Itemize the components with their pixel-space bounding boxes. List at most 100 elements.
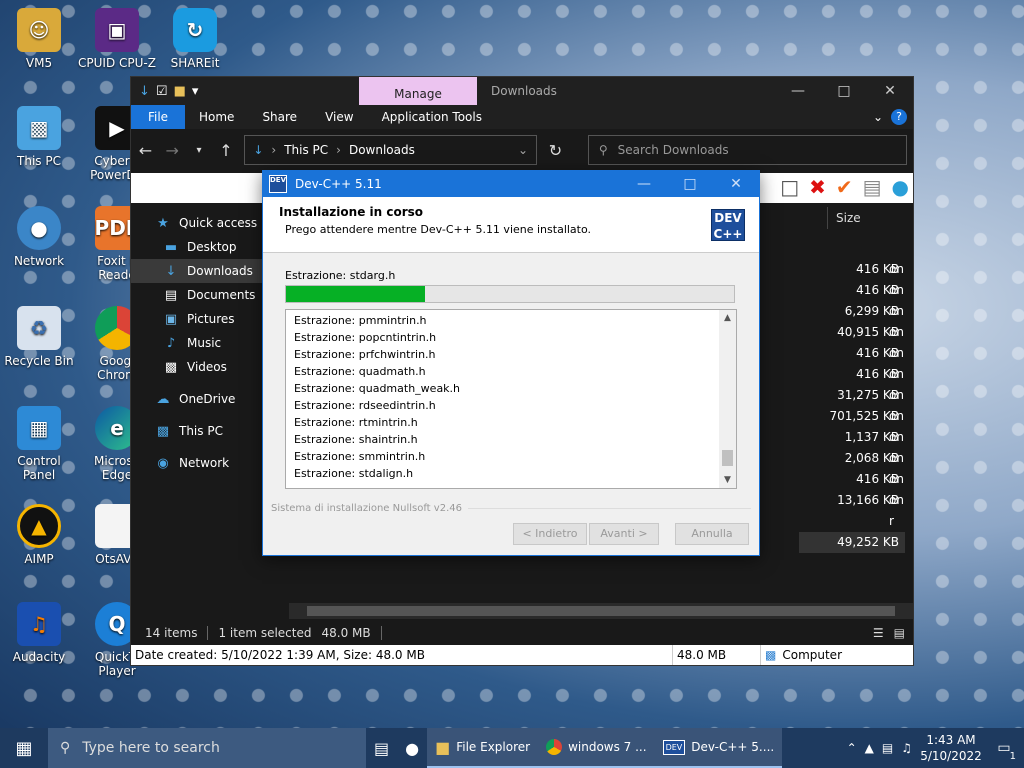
tab-view[interactable]: View: [311, 105, 367, 129]
chevron-up-icon[interactable]: ⌃: [847, 741, 857, 755]
list-item: Estrazione: pmmintrin.h: [294, 314, 427, 327]
address-bar[interactable]: ↓ › This PC › Downloads ⌄: [244, 135, 538, 165]
table-row[interactable]: 40,915 KB: [799, 322, 899, 343]
breadcrumb-this-pc[interactable]: This PC: [284, 143, 328, 157]
table-row[interactable]: 416 KB: [799, 280, 899, 301]
maximize-icon[interactable]: □: [821, 83, 867, 99]
chevron-down-icon[interactable]: ⌄: [518, 143, 528, 157]
table-row-selected[interactable]: 49,252 KB: [799, 532, 905, 553]
back-button[interactable]: < Indietro: [513, 523, 587, 545]
maximize-icon[interactable]: □: [667, 176, 713, 192]
properties-icon[interactable]: ☑: [156, 84, 168, 99]
desktop-icon-aimp[interactable]: ▲ AIMP: [0, 504, 78, 566]
desktop-icon-cpuz[interactable]: ▣ CPUID CPU-Z: [78, 8, 156, 70]
red-x-icon[interactable]: ✖: [809, 175, 826, 199]
minimize-icon[interactable]: —: [775, 83, 821, 99]
desktop-icon-network[interactable]: ● Network: [0, 206, 78, 268]
table-row[interactable]: 416 KB: [799, 343, 899, 364]
taskbar: ▦ ⚲ Type here to search ▤ ● ■ File Explo…: [0, 728, 1024, 768]
next-button[interactable]: Avanti >: [589, 523, 659, 545]
clock[interactable]: 1:43 AM 5/10/2022: [920, 732, 982, 764]
aimp-icon: ▲: [17, 504, 61, 548]
task-view-button[interactable]: ▤: [366, 728, 397, 768]
taskbar-search[interactable]: ⚲ Type here to search: [48, 728, 366, 768]
table-row[interactable]: 1,137 KB: [799, 427, 899, 448]
details-view-icon[interactable]: ☰: [873, 626, 884, 640]
log-vertical-scrollbar[interactable]: ▲ ▼: [719, 310, 736, 488]
volume-icon[interactable]: ♫: [901, 741, 912, 755]
help-icon[interactable]: ?: [891, 109, 907, 125]
dialog-window-controls: — □ ✕: [621, 176, 759, 192]
download-arrow-icon[interactable]: ↓: [139, 84, 150, 99]
back-arrow-icon[interactable]: ←: [137, 141, 154, 160]
taskbar-chrome[interactable]: windows 7 ...: [538, 728, 655, 768]
close-icon[interactable]: ✕: [713, 176, 759, 192]
window-icon[interactable]: ▤: [863, 175, 882, 199]
recent-chevron-icon[interactable]: ▾: [191, 145, 208, 156]
column-header-size[interactable]: Size: [827, 207, 905, 229]
tab-application-tools[interactable]: Application Tools: [368, 105, 496, 129]
checkmark-icon[interactable]: ✔: [836, 175, 853, 199]
breadcrumb-downloads[interactable]: Downloads: [349, 143, 415, 157]
table-row[interactable]: 31,275 KB: [799, 385, 899, 406]
ribbon-tabs: File Home Share View Application Tools ⌄…: [131, 105, 913, 129]
box-icon[interactable]: □: [780, 175, 799, 199]
tab-share[interactable]: Share: [248, 105, 311, 129]
desktop-icon-label: AIMP: [24, 552, 54, 566]
up-arrow-icon[interactable]: ↑: [217, 141, 234, 160]
scroll-down-icon[interactable]: ▼: [719, 472, 736, 488]
tab-home[interactable]: Home: [185, 105, 248, 129]
desktop-icon-label: Recycle Bin: [4, 354, 74, 368]
desktop-icon: ▬: [164, 239, 178, 255]
scrollbar-thumb[interactable]: [307, 606, 895, 616]
start-button[interactable]: ▦: [0, 728, 48, 768]
cancel-button[interactable]: Annulla: [675, 523, 749, 545]
tab-file[interactable]: File: [131, 105, 185, 129]
desktop-icon-audacity[interactable]: ♫ Audacity: [0, 602, 78, 664]
expand-ribbon-icon[interactable]: ⌄: [873, 110, 883, 124]
table-row[interactable]: 13,166 KB: [799, 490, 899, 511]
shell-icon[interactable]: ●: [892, 175, 909, 199]
forward-arrow-icon[interactable]: →: [164, 141, 181, 160]
install-progress-bar: [285, 285, 735, 303]
table-row[interactable]: [799, 511, 899, 532]
wifi-icon[interactable]: ▤: [882, 741, 893, 755]
table-row[interactable]: 416 KB: [799, 364, 899, 385]
table-row[interactable]: 701,525 KB: [799, 406, 899, 427]
scroll-up-icon[interactable]: ▲: [719, 310, 736, 326]
close-icon[interactable]: ✕: [867, 83, 913, 99]
large-icons-view-icon[interactable]: ▤: [894, 626, 905, 640]
minimize-icon[interactable]: —: [621, 176, 667, 192]
desktop-icon-control-panel[interactable]: ▦ Control Panel: [0, 406, 78, 482]
scrollbar-thumb[interactable]: [722, 450, 733, 466]
desktop-icon-vm5[interactable]: ☺ VM5: [0, 8, 78, 70]
table-row[interactable]: 416 KB: [799, 469, 899, 490]
taskbar-devcpp[interactable]: DEV Dev-C++ 5....: [654, 728, 783, 768]
horizontal-scrollbar[interactable]: [289, 603, 913, 619]
desktop-icon-this-pc[interactable]: ▩ This PC: [0, 106, 78, 168]
new-folder-icon[interactable]: ■: [174, 84, 186, 99]
table-row[interactable]: 6,299 KB: [799, 301, 899, 322]
table-row[interactable]: 2,068 KB: [799, 448, 899, 469]
refresh-icon[interactable]: ↻: [547, 141, 564, 160]
taskbar-file-explorer[interactable]: ■ File Explorer: [427, 728, 539, 768]
network-globe-icon: ●: [17, 206, 61, 250]
audacity-icon: ♫: [17, 602, 61, 646]
network-icon[interactable]: ▲: [865, 741, 874, 755]
desktop-icon-shareit[interactable]: ↻ SHAREit: [156, 8, 234, 70]
tab-manage[interactable]: Manage: [359, 77, 477, 105]
taskbar-pinned-app[interactable]: ●: [397, 728, 427, 768]
window-title: Downloads: [491, 84, 557, 98]
install-log-list[interactable]: Estrazione: pmmintrin.h Estrazione: popc…: [285, 309, 737, 489]
devcpp-installer-dialog: DEV Dev-C++ 5.11 — □ ✕ Installazione in …: [262, 170, 760, 556]
chevron-down-icon[interactable]: ▾: [192, 84, 199, 99]
info-location-label: Computer: [782, 648, 842, 662]
star-icon: ★: [157, 215, 169, 231]
table-row[interactable]: 416 KB: [799, 259, 899, 280]
search-input[interactable]: ⚲ Search Downloads: [587, 135, 908, 165]
notifications-button[interactable]: ▭ 1: [990, 740, 1018, 762]
list-item: Estrazione: quadmath_weak.h: [294, 382, 461, 395]
chevron-right-icon: ›: [336, 143, 341, 157]
desktop-icon-recycle-bin[interactable]: ♻ Recycle Bin: [0, 306, 78, 368]
computer-icon: ▩: [156, 423, 170, 439]
